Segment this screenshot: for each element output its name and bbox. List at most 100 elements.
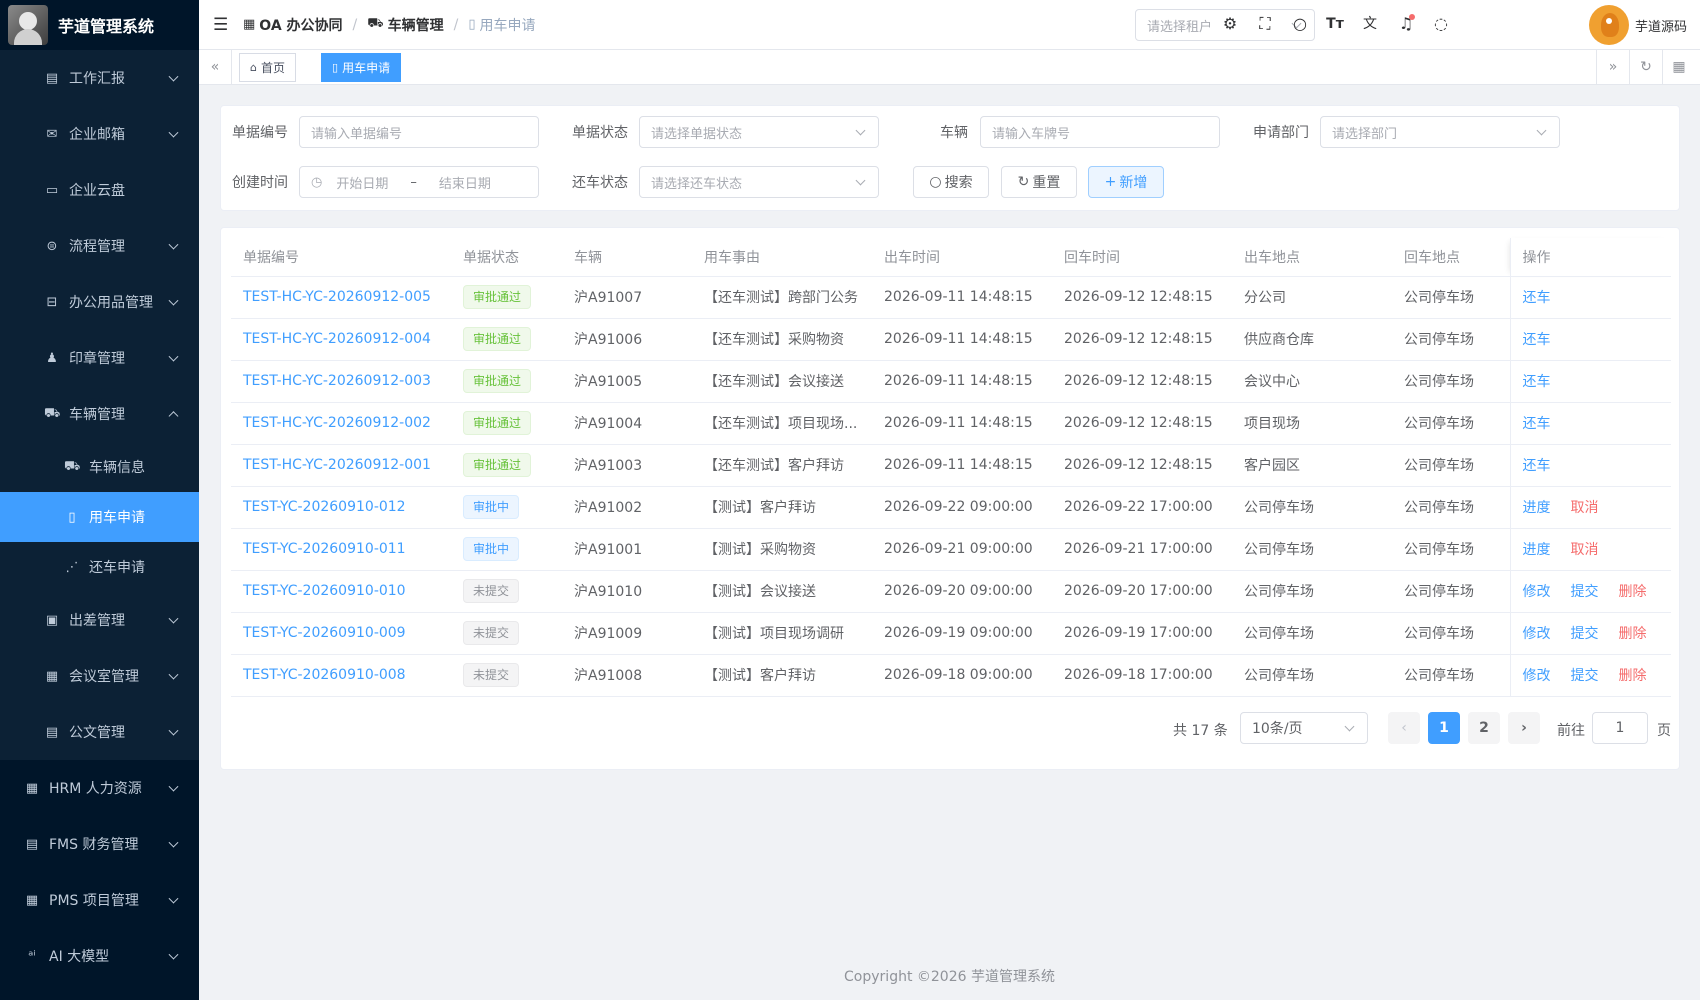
page-size-select[interactable]: 10条/页 — [1240, 712, 1368, 744]
sidebar-item-label: 出差管理 — [69, 613, 125, 629]
sidebar-item-vehicle[interactable]: ⛟ 车辆管理 — [0, 386, 199, 442]
op-danger-button[interactable]: 删除 — [1619, 668, 1647, 684]
sidebar-item-label: 企业云盘 — [69, 183, 125, 199]
op-danger-button[interactable]: 取消 — [1571, 500, 1599, 516]
op-action-button[interactable]: 还车 — [1523, 416, 1551, 432]
bell-icon[interactable]: ♫ — [1396, 14, 1416, 34]
code-input[interactable]: 请输入单据编号 — [299, 116, 539, 148]
sidebar-item-fms[interactable]: ▤ FMS 财务管理 — [0, 816, 199, 872]
code-link[interactable]: TEST-YC-20260910-008 — [243, 667, 406, 683]
op-action-button[interactable]: 进度 — [1523, 542, 1551, 558]
sidebar-item-label: 办公用品管理 — [69, 295, 153, 311]
goto-page-input[interactable]: 1 — [1592, 712, 1648, 744]
font-size-icon[interactable]: Tт — [1325, 14, 1345, 34]
hamburger-icon[interactable]: ☰ — [213, 15, 229, 35]
scroll-right-icon[interactable]: » — [1596, 50, 1629, 84]
column-header: 出车时间 — [872, 238, 1052, 277]
return-status-select[interactable]: 请选择还车状态 — [639, 166, 879, 198]
seal-icon: ♟ — [46, 350, 58, 366]
op-danger-button[interactable]: 删除 — [1619, 584, 1647, 600]
page-1-button[interactable]: 1 — [1428, 712, 1460, 744]
sidebar-item-folder[interactable]: ▭ 企业云盘 — [0, 162, 199, 218]
cell-reason: 【测试】会议接送 — [692, 570, 872, 613]
chevron-down-icon — [168, 351, 179, 362]
fullscreen-icon[interactable]: ⛶ — [1255, 14, 1275, 34]
op-action-button[interactable]: 提交 — [1571, 626, 1599, 642]
code-link[interactable]: TEST-YC-20260910-009 — [243, 625, 406, 641]
sidebar-item-ai[interactable]: ᵃⁱ AI 大模型 — [0, 928, 199, 984]
sidebar-item-seal[interactable]: ♟ 印章管理 — [0, 330, 199, 386]
op-action-button[interactable]: 进度 — [1523, 500, 1551, 516]
tag-vehicle-apply[interactable]: ▯ 用车申请 — [321, 53, 402, 82]
add-button[interactable]: + 新增 — [1088, 166, 1164, 198]
sidebar-item-docs[interactable]: ▤ 公文管理 — [0, 704, 199, 760]
sidebar-item-briefcase[interactable]: ▣ 出差管理 — [0, 592, 199, 648]
vehicle-apply-table: 单据编号 单据状态 车辆 用车事由 出车时间 回车时间 出车地点 回车地点 操作 TEST-HC… — [231, 238, 1671, 697]
grid-menu-icon[interactable]: ▦ — [1662, 50, 1695, 84]
vehicle-info-icon: ⛟ — [64, 458, 81, 474]
cell-reason: 【测试】客户拜访 — [692, 486, 872, 529]
status-select[interactable]: 请选择单据状态 — [639, 116, 879, 148]
cell-status: 审批通过 — [451, 402, 562, 445]
code-link[interactable]: TEST-HC-YC-20260912-004 — [243, 331, 431, 347]
logo[interactable]: 芋道管理系统 — [0, 0, 199, 50]
sidebar-item-pms[interactable]: ▦ PMS 项目管理 — [0, 872, 199, 928]
prev-page-button[interactable]: ‹ — [1388, 712, 1420, 744]
op-action-button[interactable]: 提交 — [1571, 668, 1599, 684]
date-range-picker[interactable]: ◷ 开始日期 – 结束日期 — [299, 166, 539, 198]
next-page-button[interactable]: › — [1508, 712, 1540, 744]
op-danger-button[interactable]: 删除 — [1619, 626, 1647, 642]
code-link[interactable]: TEST-YC-20260910-010 — [243, 583, 406, 599]
sidebar-item-hrm[interactable]: ▦ HRM 人力资源 — [0, 760, 199, 816]
sidebar-item-building[interactable]: ▦ 会议室管理 — [0, 648, 199, 704]
code-link[interactable]: TEST-YC-20260910-011 — [243, 541, 406, 557]
car-label: 车辆 — [940, 125, 968, 141]
tag-home[interactable]: ⌂ 首页 — [239, 53, 296, 82]
reset-button[interactable]: ↻ 重置 — [1001, 166, 1077, 198]
op-danger-button[interactable]: 取消 — [1571, 542, 1599, 558]
sidebar-item-supplies[interactable]: ⊟ 办公用品管理 — [0, 274, 199, 330]
code-link[interactable]: TEST-HC-YC-20260912-002 — [243, 415, 431, 431]
sidebar-item-return[interactable]: ⋰ 还车申请 — [0, 542, 199, 592]
op-action-button[interactable]: 还车 — [1523, 374, 1551, 390]
breadcrumb-item-vehicle[interactable]: ⛟ 车辆管理 — [367, 15, 443, 35]
column-header: 车辆 — [562, 238, 692, 277]
column-header: 出车地点 — [1232, 238, 1392, 277]
sidebar-item-report[interactable]: ▤ 工作汇报 — [0, 50, 199, 106]
op-action-button[interactable]: 修改 — [1523, 626, 1551, 642]
op-action-button[interactable]: 提交 — [1571, 584, 1599, 600]
refresh-icon[interactable]: ↻ — [1629, 50, 1662, 84]
code-link[interactable]: TEST-HC-YC-20260912-005 — [243, 289, 431, 305]
code-link[interactable]: TEST-HC-YC-20260912-001 — [243, 457, 431, 473]
document-icon: ▯ — [332, 61, 339, 74]
table-body: TEST-HC-YC-20260912-005 审批通过 沪A91007 【还车测试】… — [231, 276, 1671, 697]
settings-icon[interactable]: ⚙ — [1220, 14, 1240, 34]
sidebar-item-vehicle-info[interactable]: ⛟ 车辆信息 — [0, 442, 199, 492]
sidebar-item-mail[interactable]: ✉ 企业邮箱 — [0, 106, 199, 162]
search-icon[interactable]: ○ — [1290, 14, 1310, 34]
username[interactable]: 芋道源码 — [1635, 16, 1687, 35]
column-header: 单据状态 — [451, 238, 562, 277]
chevron-down-icon — [168, 725, 179, 736]
message-icon[interactable]: ◌ — [1431, 14, 1451, 34]
dept-select[interactable]: 请选择部门 — [1320, 116, 1560, 148]
car-input[interactable]: 请输入车牌号 — [980, 116, 1220, 148]
search-button[interactable]: ○ 搜索 — [913, 166, 989, 198]
sidebar-item-flow[interactable]: ⊜ 流程管理 — [0, 218, 199, 274]
scroll-left-icon[interactable]: « — [199, 50, 232, 84]
op-action-button[interactable]: 还车 — [1523, 332, 1551, 348]
sidebar-item-document[interactable]: ▯ 用车申请 — [0, 492, 199, 542]
avatar[interactable] — [1589, 5, 1629, 45]
breadcrumb-item-oa[interactable]: ▦ OA 办公协同 — [243, 15, 343, 35]
chevron-down-icon — [168, 71, 179, 82]
cell-car: 沪A91007 — [562, 276, 692, 319]
translate-icon[interactable]: 文 — [1360, 14, 1380, 34]
op-action-button[interactable]: 还车 — [1523, 290, 1551, 306]
page-2-button[interactable]: 2 — [1468, 712, 1500, 744]
cell-from: 公司停车场 — [1232, 486, 1392, 529]
code-link[interactable]: TEST-YC-20260910-012 — [243, 499, 406, 515]
op-action-button[interactable]: 修改 — [1523, 668, 1551, 684]
code-link[interactable]: TEST-HC-YC-20260912-003 — [243, 373, 431, 389]
op-action-button[interactable]: 还车 — [1523, 458, 1551, 474]
op-action-button[interactable]: 修改 — [1523, 584, 1551, 600]
